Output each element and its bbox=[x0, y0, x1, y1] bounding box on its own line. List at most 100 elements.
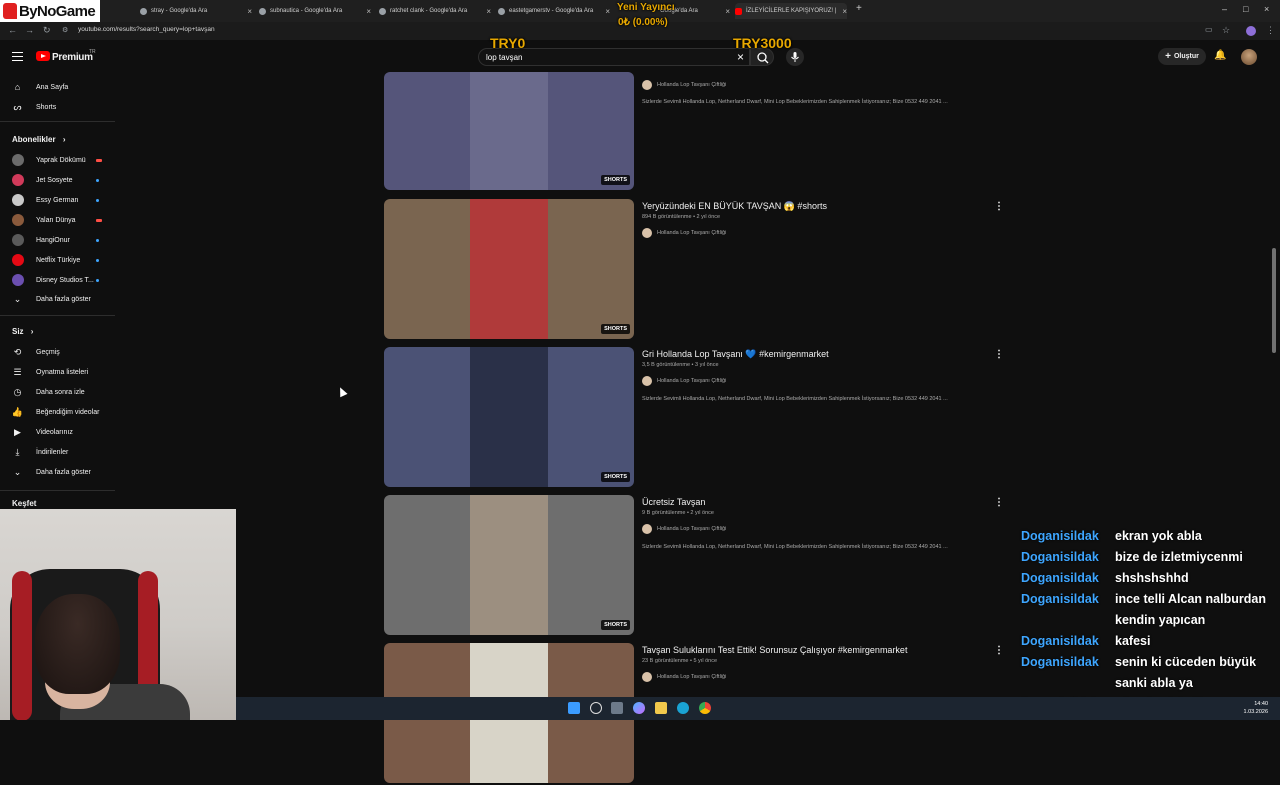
channel-link[interactable]: Hollanda Lop Tavşanı Çiftliği bbox=[642, 80, 726, 90]
sidebar-item-shorts[interactable]: ᔕ Shorts bbox=[12, 99, 117, 115]
site-info-icon[interactable]: ⚙ bbox=[62, 26, 68, 34]
more-actions-icon[interactable]: ⋮ bbox=[994, 645, 1004, 656]
minimize-icon[interactable]: – bbox=[1222, 4, 1227, 14]
chat-text: sanki abla ya bbox=[1115, 676, 1193, 690]
close-tab-icon[interactable]: × bbox=[725, 7, 730, 16]
widgets-icon[interactable] bbox=[611, 702, 623, 714]
more-actions-icon[interactable]: ⋮ bbox=[994, 201, 1004, 212]
video-title[interactable]: Tavşan Suluklarını Test Ettik! Sorunsuz … bbox=[642, 645, 907, 655]
channel-link[interactable]: Hollanda Lop Tavşanı Çiftliği bbox=[642, 672, 726, 682]
browser-tab[interactable]: stray - Google'da Ara × bbox=[140, 3, 252, 19]
sidebar-item-subscription[interactable]: HangiOnur bbox=[12, 232, 117, 248]
profile-icon[interactable] bbox=[1246, 26, 1256, 36]
close-tab-icon[interactable]: × bbox=[366, 7, 371, 16]
stream-chat: Doganisildak ekran yok abla Doganisildak bi… bbox=[1012, 505, 1280, 705]
youtube-favicon-icon bbox=[735, 7, 742, 15]
close-tab-icon[interactable]: × bbox=[247, 7, 252, 16]
you-heading[interactable]: Siz › bbox=[12, 327, 33, 336]
video-title[interactable]: Gri Hollanda Lop Tavşanı 💙 #kemirgenmark… bbox=[642, 349, 829, 360]
browser-menu-icon[interactable]: ⋮ bbox=[1266, 25, 1275, 36]
edge-icon[interactable] bbox=[677, 702, 689, 714]
more-actions-icon[interactable]: ⋮ bbox=[994, 349, 1004, 360]
system-clock[interactable]: 14:40 1.03.2026 bbox=[1244, 700, 1268, 716]
sidebar-item-playlist[interactable]: ☰ Oynatma listeleri bbox=[12, 364, 117, 380]
video-result[interactable]: SHORTS Yeryüzündeki EN BÜYÜK TAVŞAN 😱 #sh… bbox=[384, 199, 1004, 341]
sidebar-item-label: Jet Sosyete bbox=[36, 176, 73, 184]
sidebar-item-watch-later[interactable]: ◷ Daha sonra izle bbox=[12, 384, 117, 400]
channel-name: Hollanda Lop Tavşanı Çiftliği bbox=[657, 378, 727, 384]
browser-tab[interactable]: eastetgamerstv - Google'da Ara × bbox=[498, 3, 610, 19]
sidebar-item-subscription[interactable]: Disney Studios T... bbox=[12, 272, 117, 288]
video-result[interactable]: SHORTS Gri Hollanda Lop Tavşanı 💙 #kemirg… bbox=[384, 347, 1004, 489]
back-icon[interactable]: ← bbox=[8, 25, 17, 35]
webcam-feed bbox=[0, 509, 236, 720]
sidebar-item-your-videos[interactable]: ▶ Videolarınız bbox=[12, 424, 117, 440]
new-tab-icon[interactable]: + bbox=[856, 3, 862, 14]
create-button[interactable]: + Oluştur bbox=[1158, 48, 1206, 65]
sidebar-item-subscription[interactable]: Yalan Dünya bbox=[12, 212, 117, 228]
video-title[interactable]: Ücretsiz Tavşan bbox=[642, 497, 705, 507]
sidebar-item-home[interactable]: ⌂ Ana Sayfa bbox=[12, 79, 117, 95]
menu-icon[interactable] bbox=[12, 52, 23, 61]
chrome-icon[interactable] bbox=[699, 702, 711, 714]
sidebar-item-subscription[interactable]: Essy German bbox=[12, 192, 117, 208]
install-app-icon[interactable]: ▭ bbox=[1205, 25, 1213, 34]
close-tab-icon[interactable]: × bbox=[605, 7, 610, 16]
url-field[interactable]: youtube.com/results?search_query=lop+tav… bbox=[78, 26, 215, 33]
page-scrollbar[interactable] bbox=[1272, 248, 1276, 353]
video-thumbnail[interactable]: SHORTS bbox=[384, 347, 634, 487]
bookmark-star-icon[interactable]: ☆ bbox=[1222, 25, 1230, 36]
video-thumbnail[interactable]: SHORTS bbox=[384, 72, 634, 190]
video-title[interactable]: Yeryüzündeki EN BÜYÜK TAVŞAN 😱 #shorts bbox=[642, 201, 827, 212]
channel-link[interactable]: Hollanda Lop Tavşanı Çiftliği bbox=[642, 228, 726, 238]
video-thumbnail[interactable]: SHORTS bbox=[384, 495, 634, 635]
more-actions-icon[interactable]: ⋮ bbox=[994, 497, 1004, 508]
plus-icon: + bbox=[1165, 51, 1171, 62]
forward-icon[interactable]: → bbox=[25, 25, 34, 35]
like-icon: 👍 bbox=[11, 406, 24, 417]
channel-avatar bbox=[642, 376, 652, 386]
browser-tab-active[interactable]: İZLEYİCİLERLE KAPIŞIYORUZ! | × bbox=[735, 3, 847, 19]
chevron-right-icon: › bbox=[62, 135, 66, 144]
video-result[interactable]: SHORTS Ücretsiz Tavşan 9 B görüntülenme • … bbox=[384, 495, 1004, 637]
account-avatar[interactable] bbox=[1241, 49, 1257, 65]
close-tab-icon[interactable]: × bbox=[842, 7, 847, 16]
new-content-dot-icon bbox=[96, 258, 99, 262]
youtube-premium-wordmark[interactable]: Premium bbox=[52, 52, 93, 63]
maximize-icon[interactable]: □ bbox=[1243, 4, 1248, 14]
channel-name: Hollanda Lop Tavşanı Çiftliği bbox=[657, 82, 727, 88]
notifications-bell-icon[interactable]: 🔔 bbox=[1214, 50, 1226, 61]
windows-start-icon[interactable] bbox=[568, 702, 580, 714]
copilot-icon[interactable] bbox=[633, 702, 645, 714]
sidebar-item-download[interactable]: ⤓ İndirilenler bbox=[12, 444, 117, 460]
sidebar-item-like[interactable]: 👍 Beğendiğim videolar bbox=[12, 404, 117, 420]
video-result[interactable]: SHORTS Hollanda Lop Tavşanı Çiftliği Sizle… bbox=[384, 50, 1004, 192]
channel-name: Hollanda Lop Tavşanı Çiftliği bbox=[657, 230, 727, 236]
channel-link[interactable]: Hollanda Lop Tavşanı Çiftliği bbox=[642, 524, 726, 534]
chat-message: Doganisildak kafesi bbox=[1021, 634, 1150, 648]
close-window-icon[interactable]: × bbox=[1264, 4, 1269, 14]
sidebar-item-subscription[interactable]: Jet Sosyete bbox=[12, 172, 117, 188]
chat-text: senin ki cüceden büyük bbox=[1115, 655, 1257, 669]
browser-tab[interactable]: subnautica - Google'da Ara × bbox=[259, 3, 371, 19]
playlist-icon: ☰ bbox=[13, 366, 22, 377]
browser-tab[interactable]: ratchet clank - Google'da Ara × bbox=[379, 3, 491, 19]
channel-avatar bbox=[12, 214, 24, 226]
sidebar-item-subscription[interactable]: Yaprak Dökümü bbox=[12, 152, 117, 168]
close-tab-icon[interactable]: × bbox=[486, 7, 491, 16]
show-more-subscriptions[interactable]: ⌄ Daha fazla göster bbox=[12, 291, 117, 307]
chat-text: shshshshhd bbox=[1115, 571, 1189, 585]
subscriptions-heading[interactable]: Abonelikler › bbox=[12, 135, 65, 144]
youtube-logo-icon[interactable] bbox=[36, 51, 50, 61]
new-content-dot-icon bbox=[96, 178, 99, 182]
reload-icon[interactable]: ↻ bbox=[43, 25, 51, 36]
file-explorer-icon[interactable] bbox=[655, 702, 667, 714]
chat-message: Doganisildak ince telli Alcan nalburdan bbox=[1021, 592, 1266, 606]
channel-link[interactable]: Hollanda Lop Tavşanı Çiftliği bbox=[642, 376, 726, 386]
search-icon[interactable] bbox=[590, 702, 602, 714]
sidebar-item-history[interactable]: ⟲ Geçmiş bbox=[12, 344, 117, 360]
sidebar-item-chevron-down[interactable]: ⌄ Daha fazla göster bbox=[12, 464, 117, 480]
video-thumbnail[interactable]: SHORTS bbox=[384, 199, 634, 339]
channel-avatar bbox=[642, 80, 652, 90]
sidebar-item-subscription[interactable]: Netflix Türkiye bbox=[12, 252, 117, 268]
